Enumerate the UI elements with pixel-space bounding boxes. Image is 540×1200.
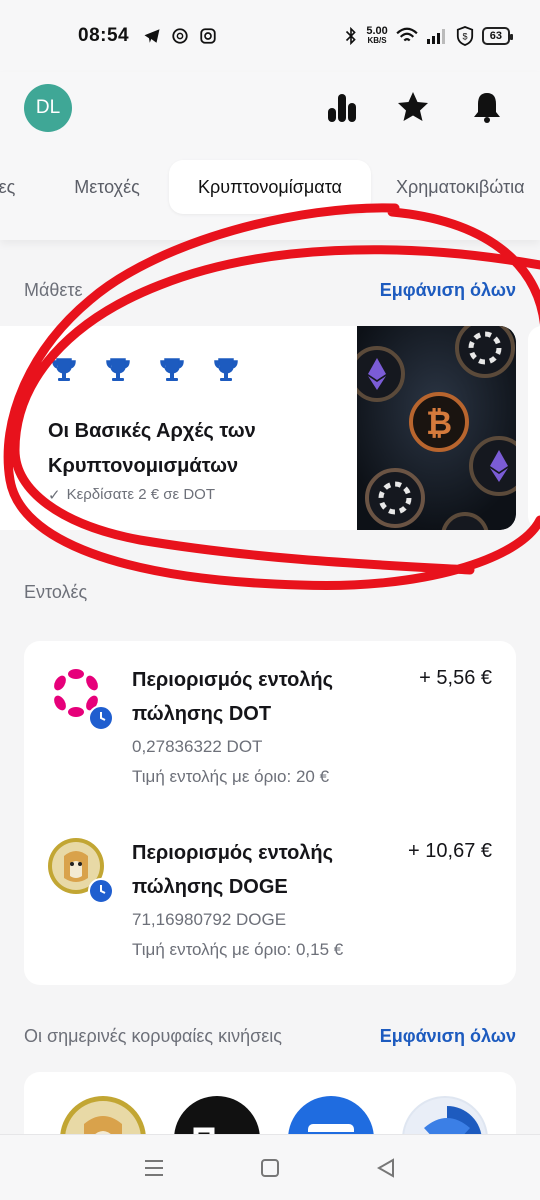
order-title: Περιορισμός εντολής πώλησης DOT	[132, 669, 334, 725]
orders-section-title: Εντολές	[24, 582, 88, 602]
order-limit-price: Τιμή εντολής με όριο: 20 €	[132, 767, 330, 786]
learn-reward-text: Κερδίσατε 2 € σε DOT	[66, 486, 215, 503]
learn-section-title: Μάθετε	[24, 280, 83, 300]
trophy-row	[50, 356, 240, 384]
order-amount: + 10,67 €	[408, 840, 492, 862]
avatar[interactable]: DL	[24, 84, 72, 132]
tab-crypto[interactable]: Κρυπτονομίσματα	[169, 160, 371, 214]
star-icon[interactable]	[396, 90, 430, 124]
learn-show-all-link[interactable]: Εμφάνιση όλων	[380, 280, 516, 301]
order-row-dot[interactable]: Περιορισμός εντολής πώλησης DOT + 5,56 €…	[24, 641, 516, 791]
recent-apps-button[interactable]	[139, 1153, 169, 1183]
order-limit-price: Τιμή εντολής με όριο: 0,15 €	[132, 940, 344, 959]
movers-section-title: Οι σημερινές κορυφαίες κινήσεις	[24, 1026, 282, 1046]
tab-bar: ες Μετοχές Κρυπτονομίσματα Χρηματοκιβώτι…	[0, 160, 540, 214]
status-bar: 08:54 5.00 KB/S $ 63	[0, 0, 540, 72]
trophy-icon	[214, 358, 238, 381]
order-quantity: 71,16980792 DOGE	[132, 910, 287, 929]
tab-stocks[interactable]: Μετοχές	[58, 160, 156, 214]
trophy-icon	[160, 358, 184, 381]
app-header: DL ες Μετοχές Κρυπτονομίσματα Χρηματοκιβ…	[0, 72, 540, 240]
back-triangle-icon	[376, 1157, 394, 1178]
trophy-icon	[52, 358, 76, 381]
bluetooth-icon	[346, 27, 357, 45]
instagram-icon	[200, 28, 216, 44]
tab-previous[interactable]: ες	[0, 160, 24, 214]
threads-icon	[172, 28, 188, 44]
checkmark-icon: ✓	[48, 487, 61, 504]
menu-icon	[145, 1159, 163, 1176]
learn-card[interactable]: Οι Βασικές Αρχές των Κρυπτονομισμάτων ✓ …	[0, 326, 516, 530]
svg-text:₿: ₿	[426, 405, 452, 441]
back-button[interactable]	[371, 1153, 401, 1183]
learn-reward: ✓ Κερδίσατε 2 € σε DOT	[48, 486, 215, 504]
order-title: Περιορισμός εντολής πώλησης DOGE	[132, 842, 334, 898]
telegram-icon	[144, 29, 160, 43]
order-amount: + 5,56 €	[419, 667, 492, 689]
crypto-coins-image: ₿	[357, 326, 516, 530]
tab-vaults[interactable]: Χρηματοκιβώτια	[386, 160, 540, 214]
wifi-icon	[396, 27, 418, 42]
order-quantity: 0,27836322 DOT	[132, 737, 263, 756]
battery-icon: 63	[481, 27, 514, 45]
trophy-icon	[106, 358, 130, 381]
square-icon	[261, 1158, 279, 1177]
next-learn-card[interactable]	[528, 326, 540, 530]
system-nav-bar	[0, 1134, 540, 1200]
clock-icon	[88, 705, 114, 731]
stats-icon[interactable]	[325, 90, 359, 124]
svg-text:$: $	[462, 32, 467, 42]
bell-icon[interactable]	[470, 90, 504, 124]
movers-show-all-link[interactable]: Εμφάνιση όλων	[380, 1026, 516, 1047]
orders-card: Περιορισμός εντολής πώλησης DOT + 5,56 €…	[24, 641, 516, 985]
clock-icon	[88, 878, 114, 904]
order-row-doge[interactable]: Περιορισμός εντολής πώλησης DOGE + 10,67…	[24, 814, 516, 964]
learn-card-title: Οι Βασικές Αρχές των Κρυπτονομισμάτων	[48, 420, 256, 477]
home-button[interactable]	[255, 1153, 285, 1183]
status-time: 08:54	[78, 25, 130, 46]
signal-icon	[426, 29, 445, 44]
net-speed: 5.00 KB/S	[366, 25, 388, 46]
shield-icon: $	[456, 26, 473, 46]
